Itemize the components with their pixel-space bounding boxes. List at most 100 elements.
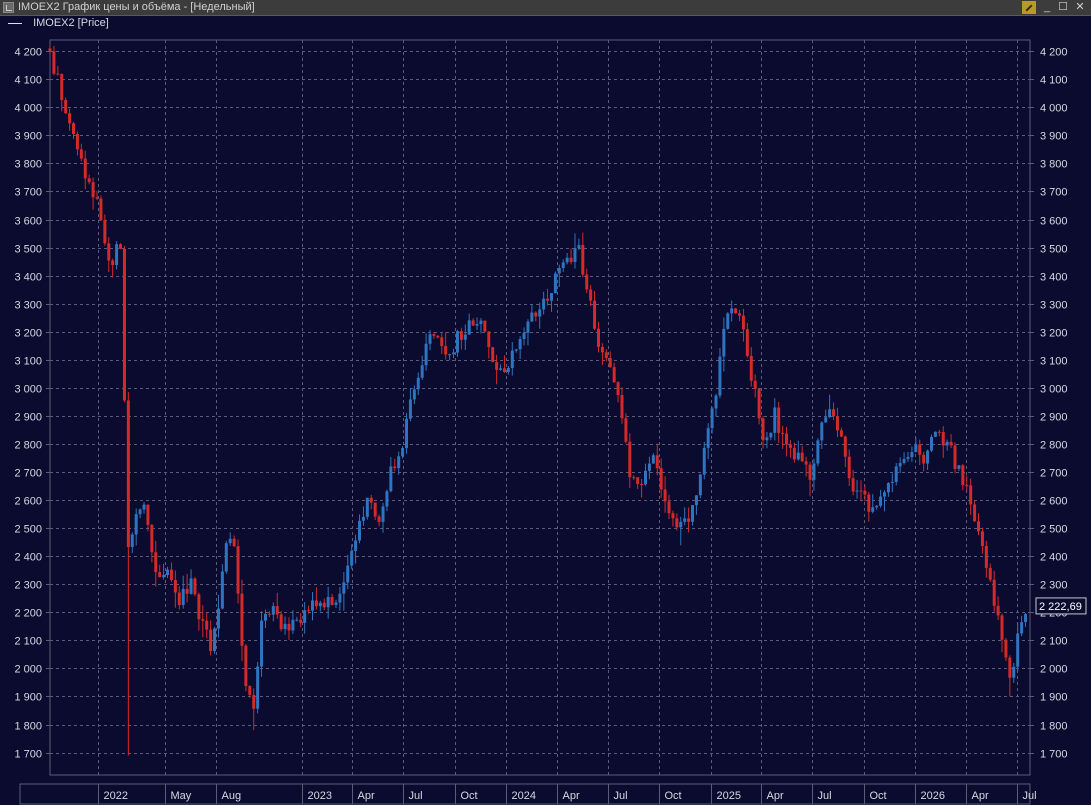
candle-body <box>244 645 248 687</box>
y-tick-label-left: 2 600 <box>14 496 42 508</box>
candle-body <box>181 588 185 606</box>
y-tick-label-right: 2 700 <box>1040 468 1068 480</box>
candle-body <box>232 538 236 547</box>
candle-body <box>236 546 240 594</box>
candle-body <box>922 454 926 464</box>
candle-body <box>240 593 244 646</box>
y-tick-label-left: 3 200 <box>14 328 42 340</box>
y-tick-label-right: 4 100 <box>1040 75 1068 87</box>
candle-body <box>412 389 416 400</box>
y-tick-label-right: 3 000 <box>1040 384 1068 396</box>
candle-body <box>518 339 522 350</box>
y-tick-label-right: 2 600 <box>1040 496 1068 508</box>
candle-body <box>495 362 499 370</box>
candle-body <box>365 497 369 517</box>
candle-body <box>945 441 949 446</box>
y-tick-label-right: 3 400 <box>1040 272 1068 284</box>
y-tick-label-left: 2 400 <box>14 552 42 564</box>
candle-body <box>459 331 463 340</box>
y-tick-label-left: 3 700 <box>14 187 42 199</box>
candle-body <box>702 447 706 475</box>
candle-body <box>757 388 761 419</box>
candle-body <box>996 605 1000 616</box>
candle-body <box>260 620 264 667</box>
x-tick-label: 2023 <box>308 790 332 802</box>
candle-body <box>734 308 738 314</box>
candle-body <box>224 543 228 572</box>
y-tick-label-left: 3 300 <box>14 300 42 312</box>
x-tick-label: 2024 <box>512 790 536 802</box>
candle-body <box>228 538 232 544</box>
x-tick-label: Apr <box>767 790 784 802</box>
candle-body <box>56 73 60 75</box>
candle-body <box>651 455 655 464</box>
candle-body <box>808 464 812 480</box>
candle-body <box>949 441 953 446</box>
candle-body <box>338 593 342 603</box>
candle-body <box>969 485 973 505</box>
candle-body <box>138 509 142 515</box>
candle-body <box>546 298 550 301</box>
candle-body <box>420 365 424 378</box>
candle-body <box>166 569 170 576</box>
candle-body <box>256 666 260 709</box>
candle-body <box>538 309 542 317</box>
y-tick-label-right: 2 400 <box>1040 552 1068 564</box>
candle-body <box>91 182 95 198</box>
x-tick-label: 2022 <box>104 790 128 802</box>
candle-body <box>871 507 875 512</box>
candle-body <box>706 428 710 448</box>
candle-body <box>424 343 428 366</box>
x-tick-label: 2025 <box>717 790 741 802</box>
y-tick-label-left: 4 000 <box>14 103 42 115</box>
candle-body <box>773 407 777 433</box>
candle-body <box>984 545 988 568</box>
candle-body <box>561 262 565 269</box>
y-tick-label-right: 3 100 <box>1040 356 1068 368</box>
candle-body <box>275 606 279 615</box>
candle-body <box>1020 622 1024 634</box>
y-tick-label-right: 1 700 <box>1040 749 1068 761</box>
y-tick-label-left: 1 900 <box>14 692 42 704</box>
candle-body <box>369 497 373 503</box>
y-tick-label-left: 3 100 <box>14 356 42 368</box>
candle-body <box>918 444 922 455</box>
candle-body <box>60 73 64 100</box>
y-tick-label-left: 3 400 <box>14 272 42 284</box>
candle-body <box>401 448 405 457</box>
candle-body <box>628 441 632 478</box>
candle-body <box>687 518 691 522</box>
candle-body <box>553 273 557 294</box>
candle-body <box>99 198 103 221</box>
candle-body <box>83 158 87 179</box>
y-tick-label-right: 3 700 <box>1040 187 1068 199</box>
candle-body <box>432 334 436 336</box>
x-tick-label: Oct <box>461 790 478 802</box>
candle-body <box>299 619 303 623</box>
candle-body <box>753 380 757 389</box>
candle-body <box>154 552 158 573</box>
candle-body <box>130 534 134 548</box>
candle-body <box>816 440 820 464</box>
y-tick-label-right: 4 000 <box>1040 103 1068 115</box>
candle-body <box>839 430 843 437</box>
y-tick-label-left: 2 500 <box>14 524 42 536</box>
candle-body <box>440 337 444 347</box>
candle-layer <box>48 45 1028 756</box>
candle-body <box>824 417 828 423</box>
candle-body <box>929 436 933 451</box>
candle-body <box>828 409 832 418</box>
candle-body <box>977 521 981 532</box>
x-tick-label: Jul <box>409 790 423 802</box>
candle-body <box>937 431 941 433</box>
candle-body <box>448 354 452 356</box>
y-tick-label-left: 2 000 <box>14 664 42 676</box>
candle-body <box>973 504 977 522</box>
candle-body <box>777 407 781 433</box>
candle-body <box>534 312 538 317</box>
candle-body <box>487 331 491 348</box>
price-chart[interactable]: 4 200 4 200 4 100 4 100 4 000 4 000 3 900 3 900… <box>0 0 1091 805</box>
candle-body <box>792 447 796 460</box>
candle-body <box>593 300 597 329</box>
candle-body <box>361 516 365 521</box>
